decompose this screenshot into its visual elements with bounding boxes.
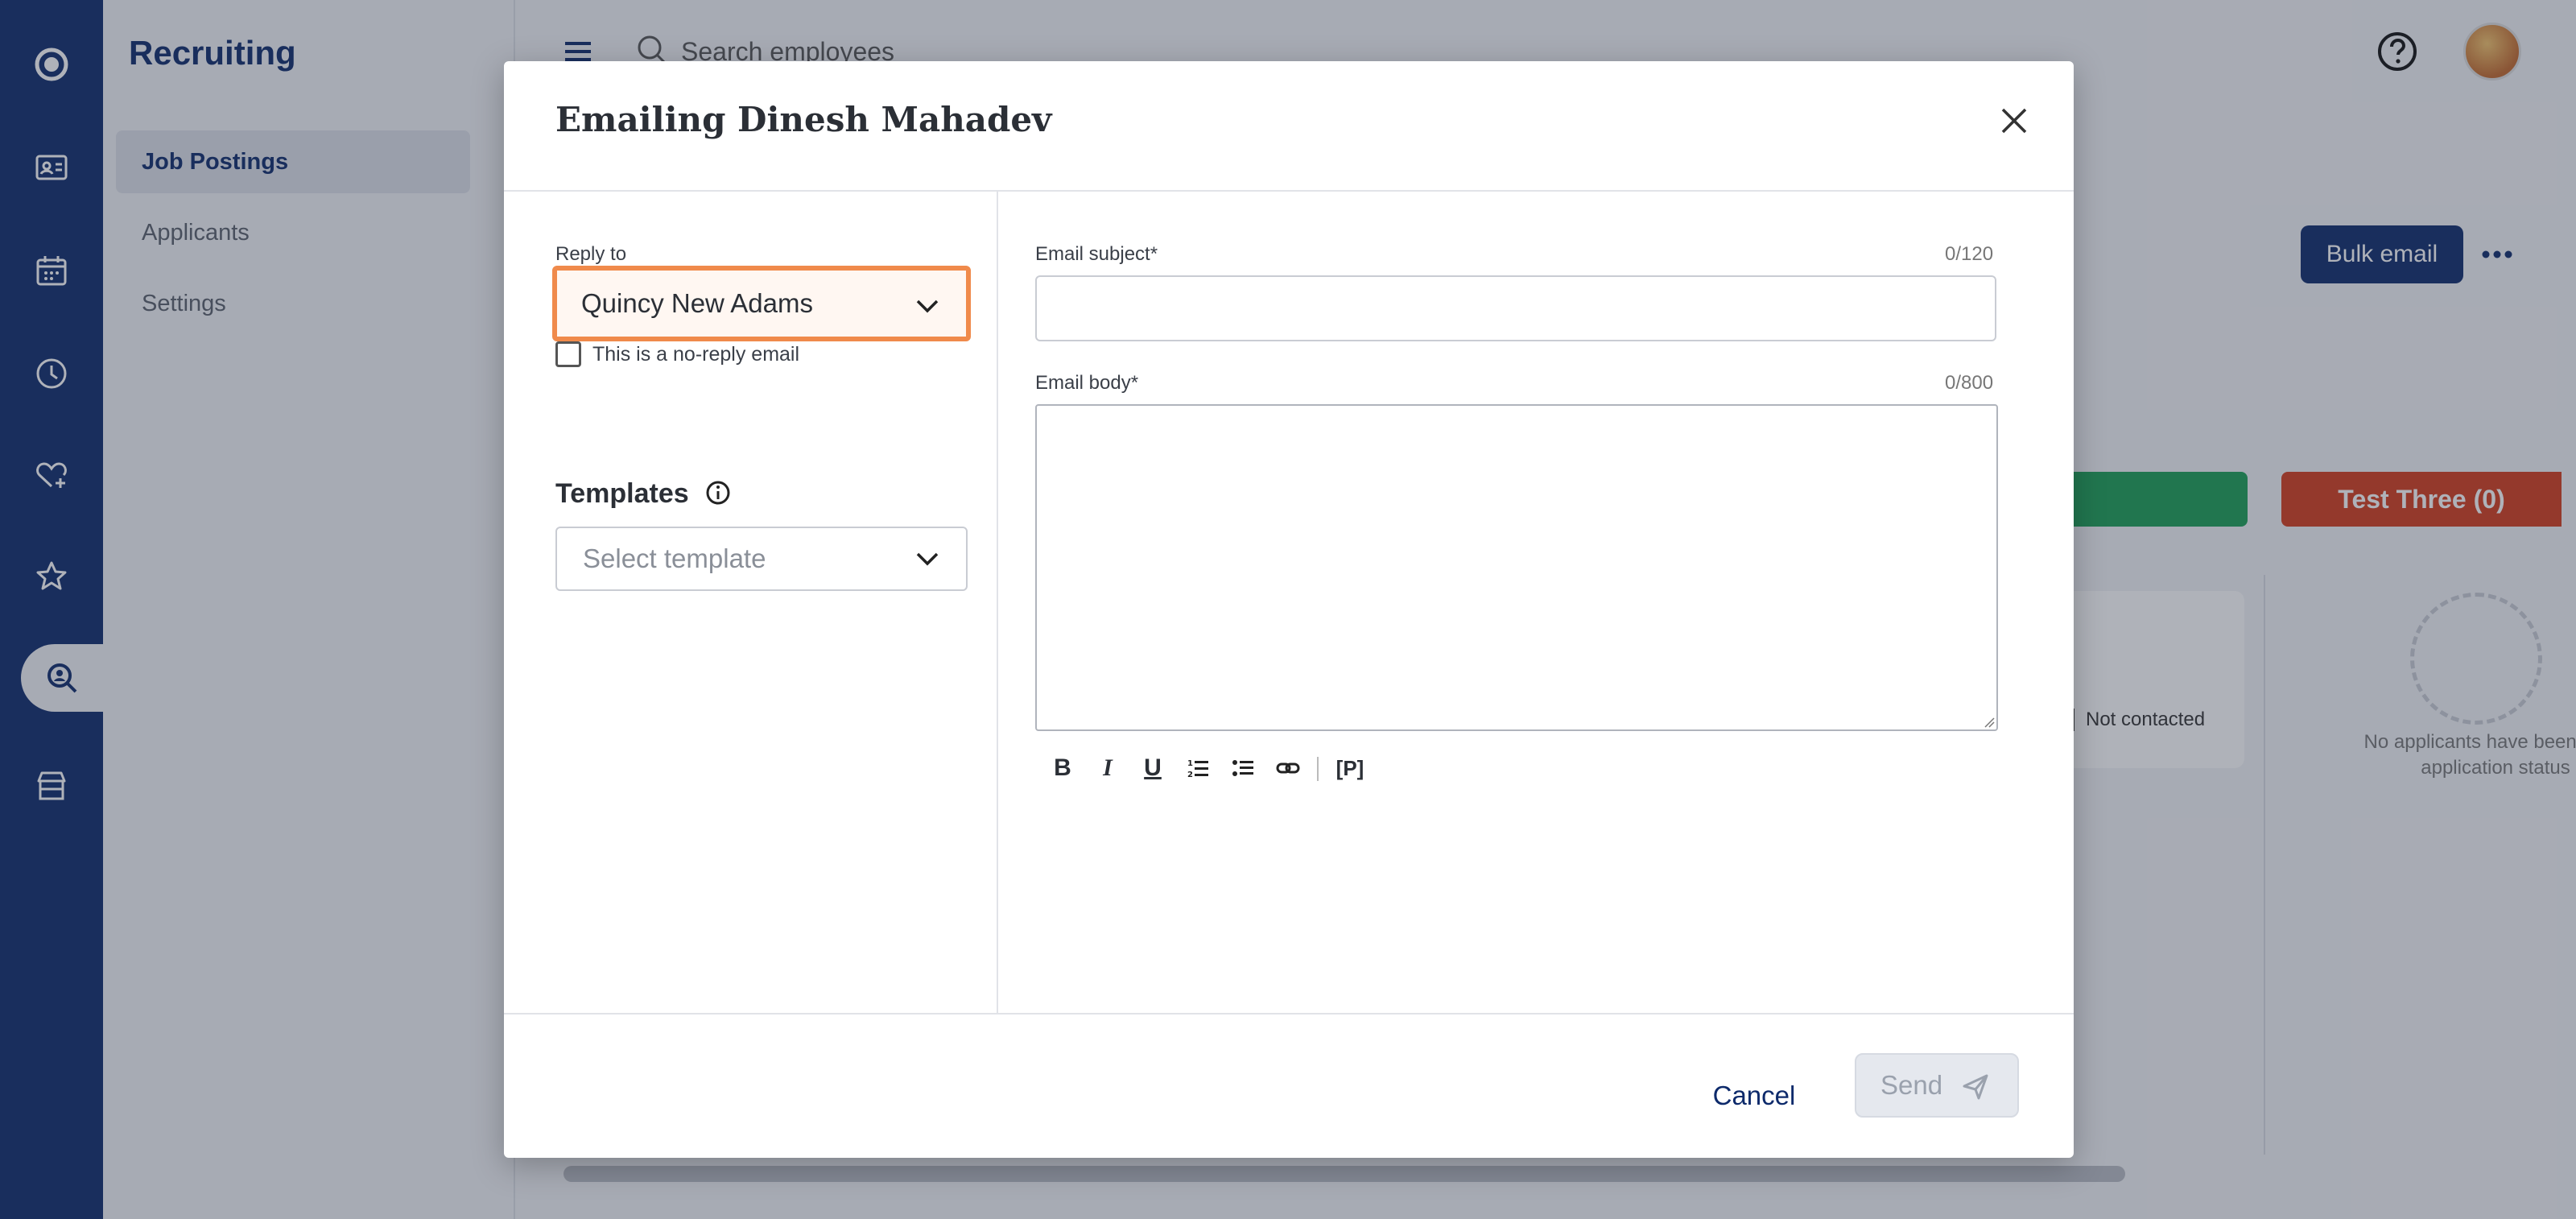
chevron-down-icon xyxy=(916,552,939,566)
templates-heading: Templates xyxy=(555,478,689,509)
close-button[interactable] xyxy=(1987,93,2041,148)
modal-column-divider xyxy=(997,192,998,1013)
email-body-label: Email body* xyxy=(1035,372,1139,394)
modal-footer-divider xyxy=(504,1013,2074,1014)
modal-header-divider xyxy=(504,190,2074,192)
template-placeholder: Select template xyxy=(583,543,766,573)
send-icon xyxy=(1963,1074,1988,1100)
chevron-down-icon xyxy=(916,300,939,313)
svg-text:2: 2 xyxy=(1187,771,1193,779)
placeholder-button[interactable]: [P] xyxy=(1327,749,1373,787)
cancel-button[interactable]: Cancel xyxy=(1694,1068,1814,1124)
ordered-list-icon: 12 xyxy=(1187,759,1208,779)
reply-to-select[interactable]: Quincy New Adams xyxy=(552,266,971,341)
template-select[interactable]: Select template xyxy=(555,527,968,591)
close-icon xyxy=(2001,108,2027,134)
send-label: Send xyxy=(1880,1070,1943,1100)
email-body-editor[interactable] xyxy=(1035,404,1998,731)
send-button[interactable]: Send xyxy=(1855,1053,2019,1118)
bullet-list-button[interactable] xyxy=(1225,749,1261,787)
resize-handle-icon[interactable] xyxy=(1982,715,1995,728)
ordered-list-button[interactable]: 12 xyxy=(1180,749,1216,787)
italic-button[interactable]: I xyxy=(1090,749,1125,787)
no-reply-label[interactable]: This is a no-reply email xyxy=(592,343,799,366)
info-icon[interactable] xyxy=(704,478,733,507)
email-subject-counter: 0/120 xyxy=(1945,243,1994,265)
email-body-counter: 0/800 xyxy=(1945,372,1994,394)
reply-to-value: Quincy New Adams xyxy=(581,288,813,318)
toolbar-separator xyxy=(1317,757,1319,781)
link-icon xyxy=(1276,762,1300,774)
bullet-list-icon xyxy=(1232,760,1253,776)
reply-to-label: Reply to xyxy=(555,243,627,265)
svg-text:1: 1 xyxy=(1187,759,1193,768)
no-reply-checkbox[interactable] xyxy=(555,341,581,367)
email-subject-input[interactable] xyxy=(1035,275,1996,341)
modal-title: Emailing Dinesh Mahadev xyxy=(555,100,1052,139)
link-button[interactable] xyxy=(1270,749,1306,787)
underline-button[interactable]: U xyxy=(1135,749,1170,787)
bold-button[interactable]: B xyxy=(1045,749,1080,787)
email-subject-label: Email subject* xyxy=(1035,243,1158,265)
email-modal: Emailing Dinesh Mahadev Reply to Quincy … xyxy=(504,61,2074,1158)
